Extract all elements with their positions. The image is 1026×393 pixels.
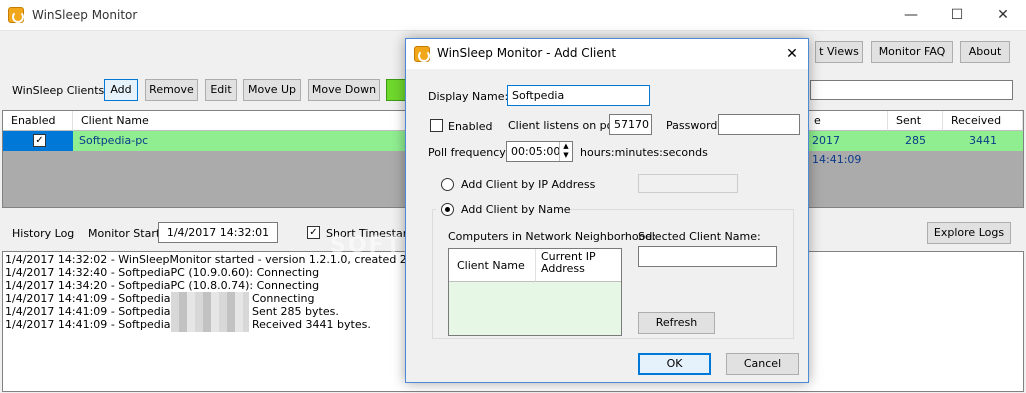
selected-client-label: Selected Client Name: [638, 230, 761, 243]
col-time[interactable]: e [806, 111, 888, 131]
col-enabled[interactable]: Enabled [3, 111, 73, 131]
edit-button[interactable]: Edit [205, 79, 237, 101]
log-line: 1/4/2017 14:41:09 - Softpedia-pc [5, 292, 188, 305]
dialog-close-button[interactable]: ✕ [776, 39, 808, 69]
redacted-address [171, 292, 249, 332]
poll-frequency-label: Poll frequency: [428, 146, 509, 159]
poll-units-label: hours:minutes:seconds [580, 146, 708, 159]
log-line: 1/4/2017 14:34:20 - SoftpediaPC (10.8.0.… [5, 279, 319, 292]
maximize-button[interactable]: ☐ [934, 0, 980, 31]
log-tail: Received 3441 bytes. [252, 318, 371, 331]
move-down-button[interactable]: Move Down [308, 79, 380, 101]
history-log-label: History Log [12, 227, 75, 240]
col-received[interactable]: Received [943, 111, 1023, 131]
window-title: WinSleep Monitor [32, 8, 138, 22]
explore-logs-button[interactable]: Explore Logs [927, 222, 1011, 244]
by-ip-radio[interactable] [441, 178, 454, 191]
log-timestamp: 1/4/2017 14:41:09 [5, 292, 108, 305]
dialog-titlebar: WinSleep Monitor - Add Client ✕ [406, 39, 808, 69]
monitor-start-field[interactable]: 1/4/2017 14:32:01 [158, 222, 278, 243]
row-client-name[interactable]: Softpedia-pc [73, 131, 413, 151]
log-timestamp: 1/4/2017 14:41:09 [5, 318, 108, 331]
enabled-checkbox[interactable] [430, 119, 443, 132]
log-timestamp: 1/4/2017 14:41:09 [5, 305, 108, 318]
by-name-label: Add Client by Name [461, 203, 571, 216]
dialog-app-icon [414, 46, 430, 62]
display-name-label: Display Name: [428, 90, 509, 103]
col-client-name[interactable]: Client Name [73, 111, 413, 131]
neighborhood-list[interactable]: Client Name Current IP Address [448, 248, 622, 336]
log-timestamp: 1/4/2017 14:32:40 [5, 266, 108, 279]
log-tail: Sent 285 bytes. [252, 305, 339, 318]
poll-spinner[interactable]: ▲ ▼ [559, 142, 572, 161]
clients-label: WinSleep Clients: [12, 84, 108, 97]
col-sent[interactable]: Sent [888, 111, 943, 131]
monitor-start-label: Monitor Start: [88, 227, 164, 240]
log-message: - SoftpediaPC (10.9.0.60): Connecting [110, 266, 320, 279]
move-up-button[interactable]: Move Up [243, 79, 301, 101]
enabled-checkbox[interactable]: ✓ [33, 134, 46, 147]
password-label: Password: [666, 119, 722, 132]
dialog-title: WinSleep Monitor - Add Client [437, 46, 617, 60]
log-line: 1/4/2017 14:32:40 - SoftpediaPC (10.9.0.… [5, 266, 319, 279]
about-button[interactable]: About [960, 41, 1010, 63]
selected-client-input[interactable] [638, 246, 777, 267]
display-name-input[interactable]: Softpedia [507, 85, 650, 106]
col-nb-client-name[interactable]: Client Name [449, 249, 536, 282]
neighborhood-label: Computers in Network Neighborhood: [448, 230, 657, 243]
cancel-button[interactable]: Cancel [726, 353, 799, 375]
app-icon [8, 7, 24, 23]
monitor-faq-button[interactable]: Monitor FAQ [871, 41, 953, 63]
short-timestamp-checkbox[interactable]: ✓ [307, 226, 320, 239]
add-client-dialog: WinSleep Monitor - Add Client ✕ Display … [405, 38, 809, 383]
main-titlebar: WinSleep Monitor — ☐ ✕ [0, 0, 1026, 31]
minimize-button[interactable]: — [888, 0, 934, 31]
green-status-button[interactable] [386, 79, 406, 101]
views-button[interactable]: t Views [815, 41, 863, 63]
row-enabled-cell[interactable]: ✓ [3, 131, 73, 151]
enabled-label: Enabled [448, 120, 493, 133]
log-line: 1/4/2017 14:41:09 - Softpedia-pc [5, 305, 188, 318]
log-timestamp: 1/4/2017 14:34:20 [5, 279, 108, 292]
by-name-radio[interactable] [441, 203, 454, 216]
by-ip-label: Add Client by IP Address [461, 178, 596, 191]
log-timestamp: 1/4/2017 14:32:02 [5, 253, 108, 266]
password-input[interactable] [718, 114, 800, 135]
remove-button[interactable]: Remove [145, 79, 198, 101]
port-input[interactable]: 57170 [609, 114, 652, 135]
log-line: 1/4/2017 14:41:09 - Softpedia-pc [5, 318, 188, 331]
add-button[interactable]: Add [104, 79, 138, 101]
ip-address-input[interactable] [638, 174, 738, 193]
log-message: - SoftpediaPC (10.8.0.74): Connecting [110, 279, 320, 292]
row-received[interactable]: 3441 [943, 131, 1023, 151]
refresh-button[interactable]: Refresh [638, 312, 715, 334]
ok-button[interactable]: OK [638, 353, 711, 375]
port-label: Client listens on port [508, 119, 623, 132]
filter-input[interactable] [810, 80, 1013, 100]
row-sent[interactable]: 285 [888, 131, 943, 151]
row-time[interactable]: 2017 14:41:09 [806, 131, 888, 166]
close-button[interactable]: ✕ [980, 0, 1026, 31]
log-tail: Connecting [252, 292, 315, 305]
col-nb-current-ip[interactable]: Current IP Address [536, 249, 621, 282]
